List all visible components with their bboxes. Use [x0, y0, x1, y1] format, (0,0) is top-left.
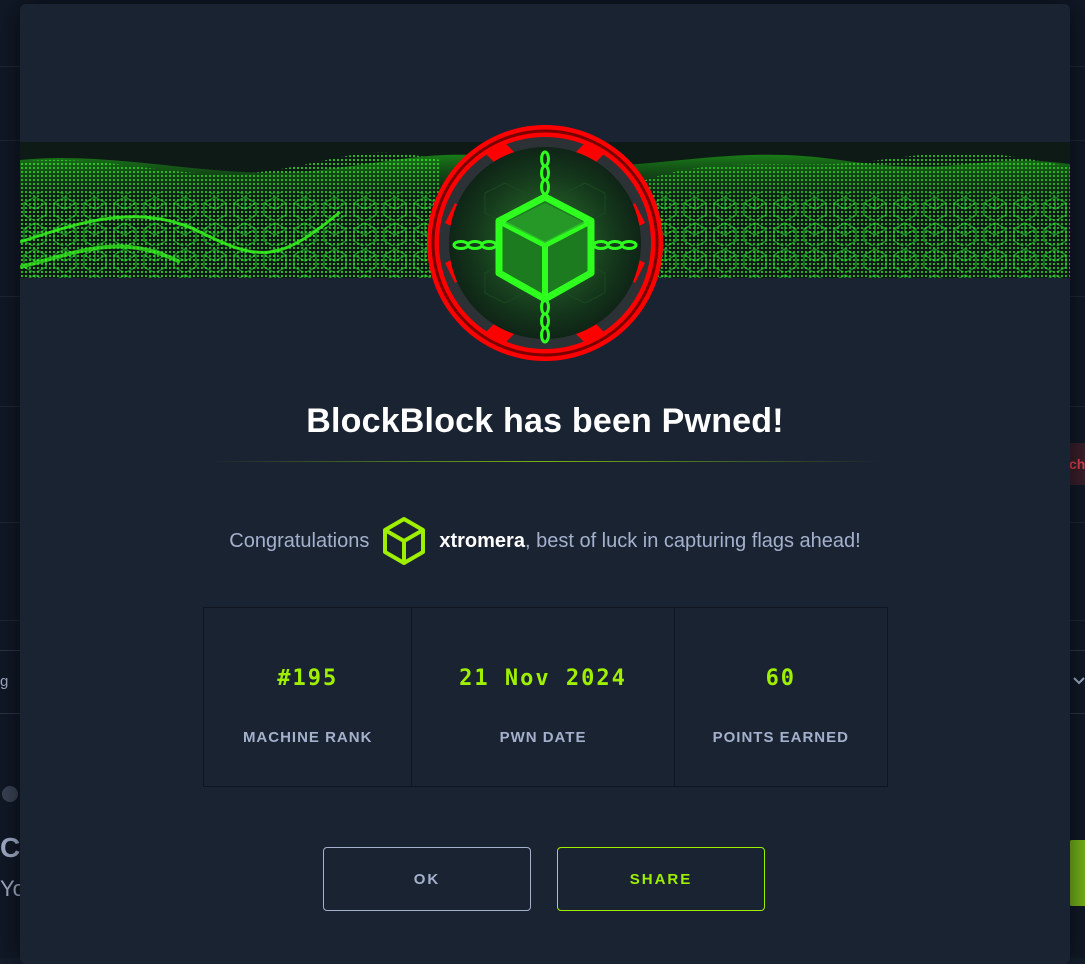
chained-cube-icon [427, 125, 663, 361]
ok-button[interactable]: OK [323, 847, 531, 911]
chevron-down-icon [1073, 677, 1085, 685]
bg-select-left[interactable]: g [0, 650, 20, 714]
congrats-suffix: , best of luck in capturing flags ahead! [524, 529, 861, 552]
modal-title: BlockBlock has been Pwned! [306, 402, 784, 440]
username-link[interactable]: xtromera [439, 530, 525, 553]
stat-value: #195 [277, 666, 339, 691]
stat-value: 60 [765, 666, 797, 691]
congrats-prefix: Congratulations [229, 529, 370, 552]
share-button[interactable]: SHARE [557, 847, 765, 911]
stat-machine-rank: #195 MACHINE RANK [204, 608, 413, 786]
stat-value: 21 Nov 2024 [459, 666, 627, 691]
bg-status-chip: ch [1069, 443, 1085, 485]
hexagon-cube-icon [383, 517, 426, 565]
stat-points-earned: 60 POINTS EARNED [675, 608, 887, 786]
stats-panel: #195 MACHINE RANK 21 Nov 2024 PWN DATE 6… [203, 607, 888, 787]
stat-label: MACHINE RANK [242, 729, 373, 746]
stat-pwn-date: 21 Nov 2024 PWN DATE [412, 608, 675, 786]
pwned-modal: BlockBlock has been Pwned! Congratulatio… [20, 4, 1070, 964]
stat-label: POINTS EARNED [712, 729, 849, 746]
bg-select-right[interactable] [1069, 650, 1085, 714]
stat-label: PWN DATE [499, 729, 587, 746]
congrats-message: Congratulations xtromera , best of luck … [20, 516, 1070, 566]
title-divider [210, 461, 880, 462]
bg-action-button[interactable] [1069, 840, 1085, 906]
bg-avatar [2, 786, 18, 802]
